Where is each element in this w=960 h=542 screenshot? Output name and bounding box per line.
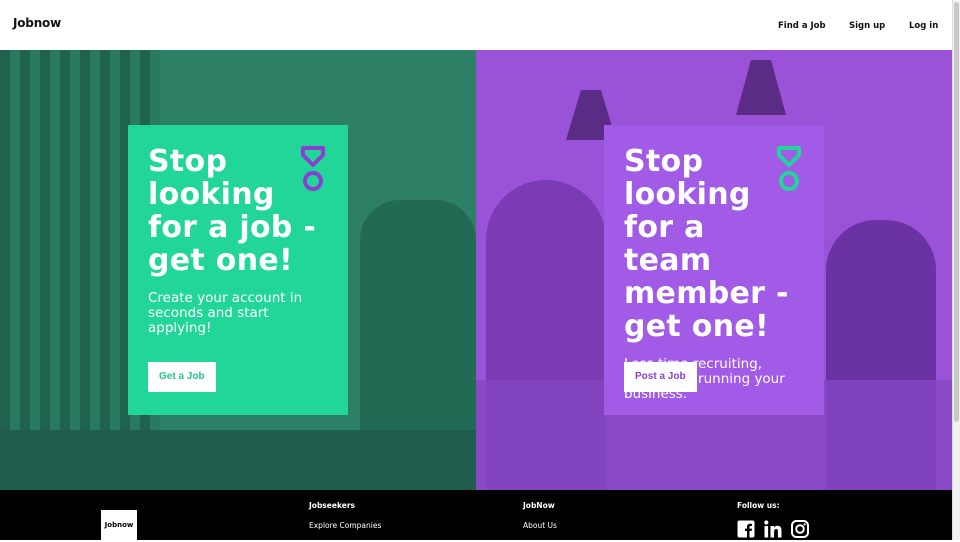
footer-logo[interactable]: Jobnow <box>101 510 137 542</box>
jobseeker-subtext: Create your account in seconds and start… <box>148 290 303 336</box>
site-header: Jobnow Find a Job Sign up Log in <box>0 0 952 50</box>
page-scrollbar[interactable] <box>952 0 960 540</box>
employer-headline: Stop looking for a team member - get one… <box>624 144 789 344</box>
get-a-job-button[interactable]: Get a Job <box>148 362 216 392</box>
hero-jobseeker-panel: Stop looking for a job - get one! Create… <box>0 50 476 490</box>
facebook-icon[interactable] <box>737 520 755 538</box>
hero-employer-panel: Stop looking for a team member - get one… <box>476 50 952 490</box>
jobseeker-card: Stop looking for a job - get one! Create… <box>128 125 348 415</box>
nav-sign-up[interactable]: Sign up <box>849 21 885 31</box>
scrollbar-thumb[interactable] <box>954 2 959 422</box>
jobnow-mark-icon <box>301 146 325 191</box>
instagram-icon[interactable] <box>791 520 809 538</box>
footer-link-about-us[interactable]: About Us <box>523 521 557 530</box>
logo[interactable]: Jobnow <box>13 16 61 30</box>
background-photo-counter <box>0 430 476 490</box>
post-a-job-button[interactable]: Post a Job <box>624 362 697 392</box>
site-footer: Jobnow Jobseekers Explore Companies JobN… <box>0 490 952 542</box>
jobseeker-headline: Stop looking for a job - get one! <box>148 144 317 278</box>
hero: Stop looking for a job - get one! Create… <box>0 50 952 490</box>
background-photo-lamp <box>736 60 786 115</box>
linkedin-icon[interactable] <box>764 520 782 538</box>
jobnow-mark-icon <box>777 146 801 191</box>
footer-heading-jobseekers: Jobseekers <box>309 501 355 510</box>
footer-link-explore-companies[interactable]: Explore Companies <box>309 521 381 530</box>
footer-heading-jobnow: JobNow <box>523 501 555 510</box>
nav-log-in[interactable]: Log in <box>909 21 938 31</box>
footer-heading-follow-us: Follow us: <box>737 501 780 510</box>
employer-card: Stop looking for a team member - get one… <box>604 125 824 415</box>
nav-find-a-job[interactable]: Find a Job <box>778 21 826 31</box>
